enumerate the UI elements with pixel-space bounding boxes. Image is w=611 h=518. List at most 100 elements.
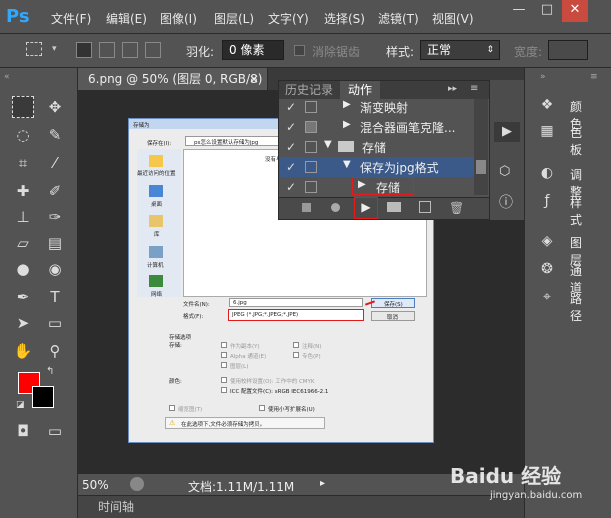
dialog-toggle-box[interactable]	[305, 161, 317, 173]
recent-places-icon[interactable]	[149, 155, 163, 167]
swap-colors-icon[interactable]: ↰	[46, 366, 54, 377]
filename-input[interactable]: 6.jpg	[229, 298, 363, 307]
new-set-folder-icon[interactable]	[387, 202, 401, 212]
width-input[interactable]	[548, 40, 588, 60]
place-library[interactable]: 库	[154, 230, 160, 238]
3d-icon[interactable]: ⬡	[499, 164, 510, 179]
stop-icon[interactable]	[302, 203, 311, 212]
play-selection-icon[interactable]: ▶	[354, 197, 378, 219]
marquee-icon[interactable]	[12, 96, 34, 118]
place-computer[interactable]: 计算机	[147, 261, 164, 269]
blur-icon[interactable]: ●	[12, 258, 34, 280]
check-icon[interactable]: ✓	[286, 160, 298, 174]
check-icon[interactable]: ✓	[286, 100, 298, 114]
collapse-icon[interactable]: «	[4, 72, 10, 82]
icc-checkbox[interactable]	[221, 387, 227, 393]
lowercase-checkbox[interactable]	[259, 405, 265, 411]
add-selection-icon[interactable]	[99, 42, 115, 58]
screen-mode-icon[interactable]: ▭	[44, 420, 66, 442]
collapse-right-icon[interactable]: »	[540, 72, 546, 82]
subtract-selection-icon[interactable]	[122, 42, 138, 58]
menu-layer[interactable]: 图层(L)	[214, 10, 254, 27]
action-step-row[interactable]: ✓ ▶ 存储	[280, 177, 474, 197]
antialias-checkbox[interactable]	[294, 45, 305, 56]
play-triangle-icon[interactable]: ▶	[343, 99, 351, 110]
expanded-triangle-icon[interactable]: ▼	[324, 139, 332, 150]
library-icon[interactable]	[149, 215, 163, 227]
shape-icon[interactable]: ▭	[44, 312, 66, 334]
computer-icon[interactable]	[149, 246, 163, 258]
zoom-level[interactable]: 50%	[82, 478, 109, 492]
healing-icon[interactable]: ✚	[12, 180, 34, 202]
maximize-button[interactable]: □	[534, 0, 560, 22]
document-tab[interactable]: 6.png @ 50% (图层 0, RGB/8) ×	[78, 68, 268, 90]
menu-select[interactable]: 选择(S)	[324, 10, 365, 27]
zoom-icon[interactable]: ⚲	[44, 340, 66, 362]
move-icon[interactable]: ✥	[44, 96, 66, 118]
expand-icon[interactable]: ▸▸	[448, 84, 457, 94]
marquee-tool-icon[interactable]	[26, 42, 42, 56]
close-tab-icon[interactable]: ×	[249, 68, 259, 90]
format-select[interactable]: JPEG (*.JPG;*.JPEG;*.JPE)	[228, 309, 364, 321]
close-button[interactable]: ✕	[562, 0, 588, 22]
dialog-toggle-box[interactable]	[305, 101, 317, 113]
brush-icon[interactable]: ✐	[44, 180, 66, 202]
alpha-checkbox[interactable]	[221, 352, 227, 358]
menu-edit[interactable]: 编辑(E)	[106, 10, 147, 27]
gradient-icon[interactable]: ▤	[44, 232, 66, 254]
new-action-icon[interactable]	[419, 201, 431, 213]
as-copy-checkbox[interactable]	[221, 342, 227, 348]
play-triangle-icon[interactable]: ▶	[358, 179, 366, 190]
menu-image[interactable]: 图像(I)	[160, 10, 197, 27]
menu-filter[interactable]: 滤镜(T)	[378, 10, 419, 27]
action-row[interactable]: ✓ ▶ 渐变映射	[280, 97, 474, 117]
pen-icon[interactable]: ✒	[12, 286, 34, 308]
spot-checkbox[interactable]	[293, 352, 299, 358]
menu-type[interactable]: 文字(Y)	[268, 10, 309, 27]
minimize-button[interactable]: —	[506, 0, 532, 22]
info-icon[interactable]: ⓘ	[499, 192, 513, 212]
dialog-toggle-box[interactable]	[305, 121, 317, 133]
background-color-swatch[interactable]	[32, 386, 54, 408]
cancel-button[interactable]: 取消	[371, 311, 415, 321]
proof-checkbox[interactable]	[221, 377, 227, 383]
trash-icon[interactable]: 🗑	[449, 201, 464, 215]
record-icon[interactable]	[331, 203, 340, 212]
right-menu-icon[interactable]: ≡	[590, 72, 598, 82]
stamp-icon[interactable]: ⊥	[12, 206, 34, 228]
crop-icon[interactable]: ⌗	[12, 152, 34, 174]
thumbnail-checkbox[interactable]	[169, 405, 175, 411]
eyedropper-icon[interactable]: ⁄	[44, 152, 66, 174]
place-recent[interactable]: 最近访问的位置	[137, 169, 176, 177]
check-icon[interactable]: ✓	[286, 140, 298, 154]
action-row-selected[interactable]: ✓ ▼ 保存为jpg格式	[280, 157, 474, 177]
menu-view[interactable]: 视图(V)	[432, 10, 474, 27]
action-row[interactable]: ✓ ▶ 混合器画笔克隆...	[280, 117, 474, 137]
scrollbar-thumb[interactable]	[476, 160, 486, 174]
eraser-icon[interactable]: ▱	[12, 232, 34, 254]
actions-panel-icon[interactable]: ▶	[494, 122, 520, 142]
new-selection-icon[interactable]	[76, 42, 92, 58]
panel-menu-icon[interactable]: ≡	[470, 83, 478, 94]
quick-mask-icon[interactable]: ◘	[12, 420, 34, 442]
scrollbar[interactable]	[474, 99, 488, 195]
action-set-row[interactable]: ✓ ▼ 存储	[280, 137, 474, 157]
style-select[interactable]: 正常 ⇕	[420, 40, 500, 60]
check-icon[interactable]: ✓	[286, 120, 298, 134]
dialog-toggle-box[interactable]	[305, 141, 317, 153]
expanded-triangle-icon[interactable]: ▼	[343, 159, 351, 170]
layers-checkbox[interactable]	[221, 362, 227, 368]
type-icon[interactable]: T	[44, 286, 66, 308]
dodge-icon[interactable]: ◉	[44, 258, 66, 280]
quick-select-icon[interactable]: ✎	[44, 124, 66, 146]
notes-checkbox[interactable]	[293, 342, 299, 348]
menu-file[interactable]: 文件(F)	[51, 10, 91, 27]
feather-input[interactable]: 0 像素	[222, 40, 284, 60]
play-triangle-icon[interactable]: ▶	[343, 119, 351, 130]
intersect-selection-icon[interactable]	[145, 42, 161, 58]
network-icon[interactable]	[149, 275, 163, 287]
timeline-tab[interactable]: 时间轴	[98, 498, 134, 515]
chevron-down-icon[interactable]: ▾	[52, 44, 57, 54]
save-button[interactable]: 保存(S)	[371, 298, 415, 308]
dialog-toggle-box[interactable]	[305, 181, 317, 193]
